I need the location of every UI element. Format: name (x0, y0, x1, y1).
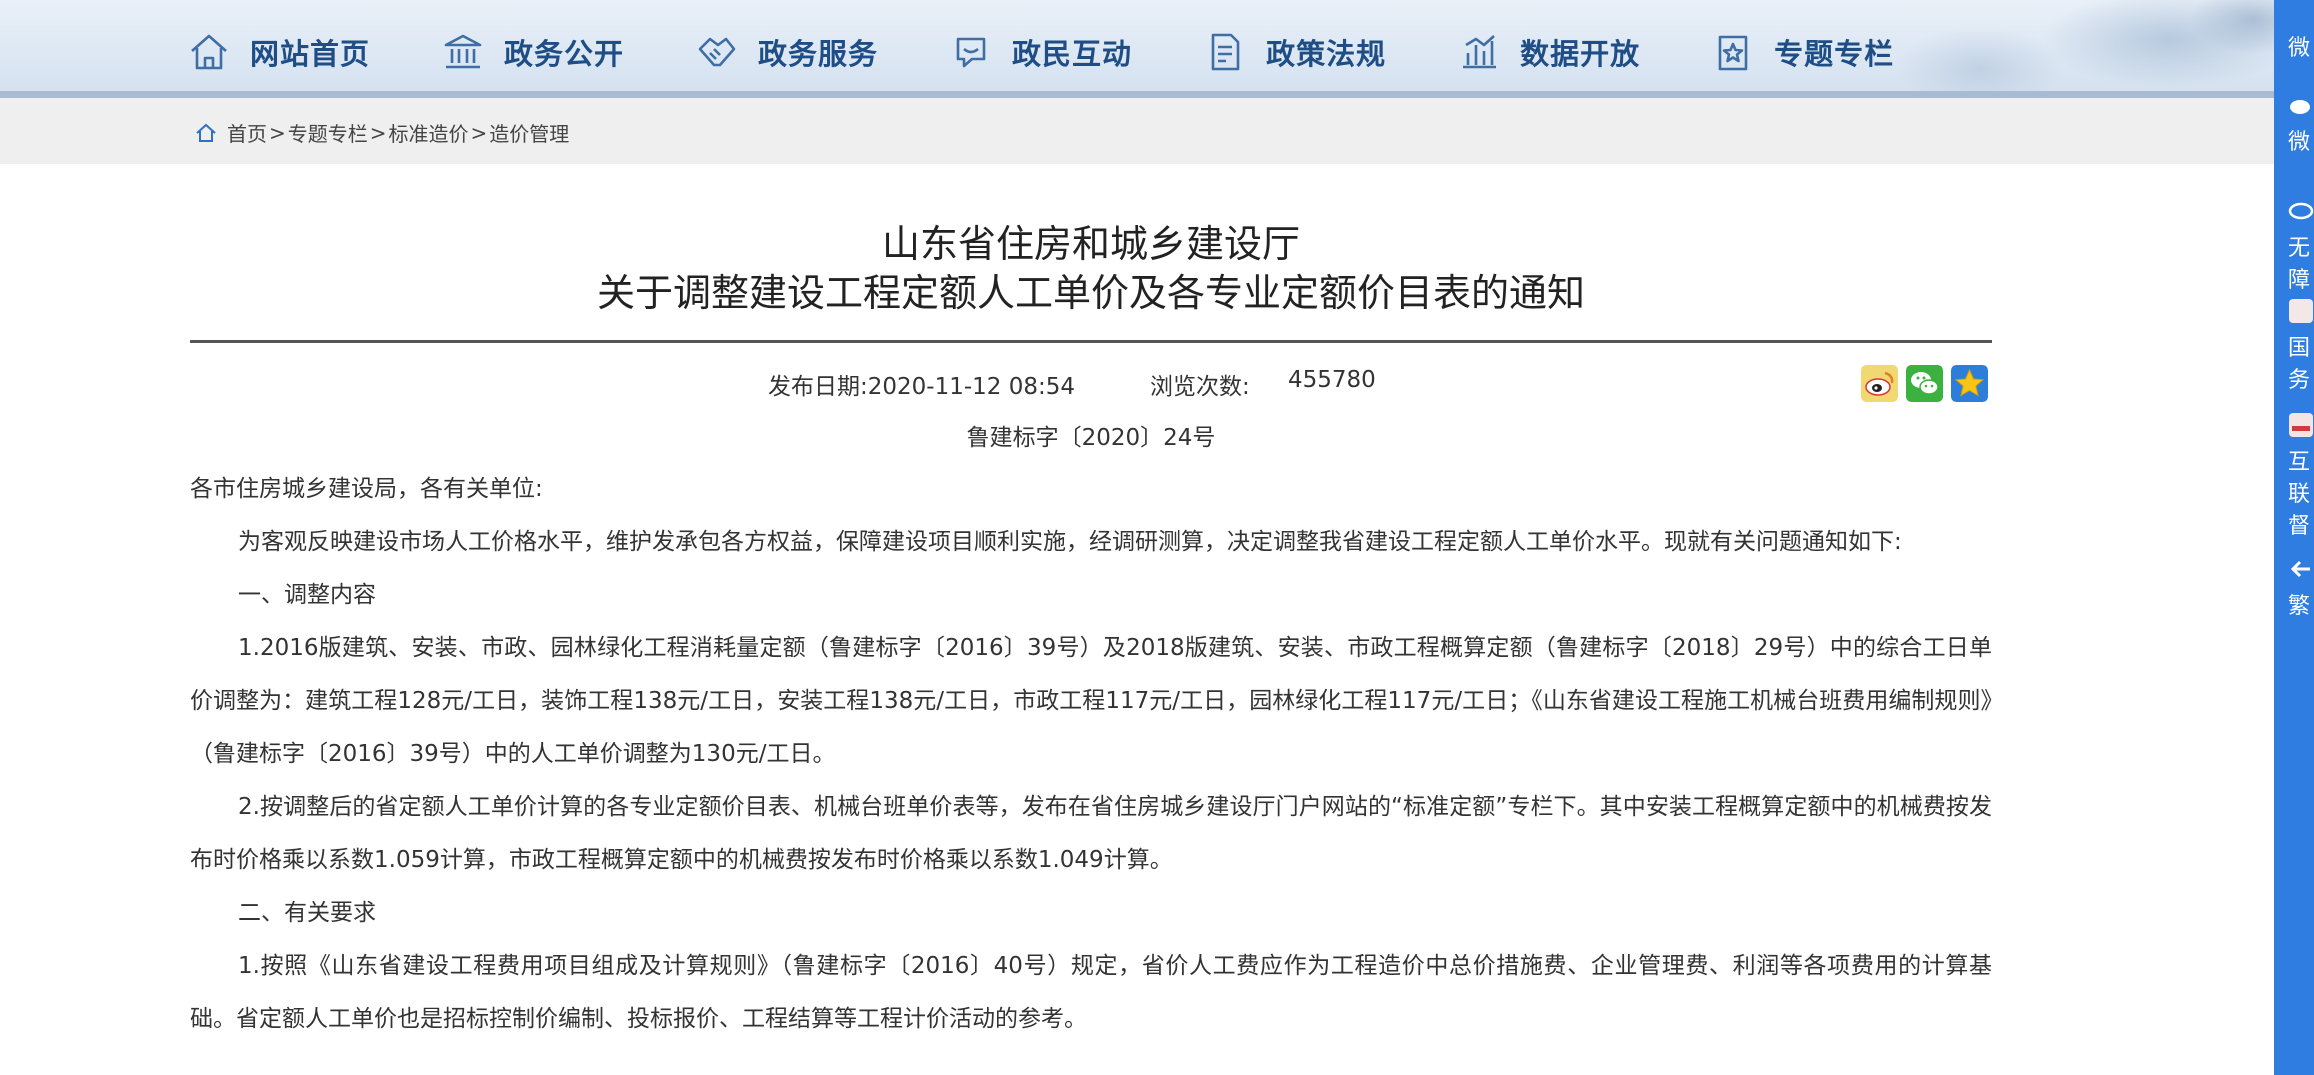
sidebar-item-label: 微 (2288, 130, 2311, 155)
nav-bottom-strip (0, 91, 2274, 98)
breadcrumb: 首页 > 专题专栏 > 标准造价 > 造价管理 (195, 118, 569, 147)
sidebar-item-accessibility[interactable]: 无障 (2288, 198, 2314, 294)
intro-paragraph: 为客观反映建设市场人工价格水平，维护发承包各方权益，保障建设项目顺利实施，经调研… (238, 529, 1902, 555)
state-council-icon (2289, 299, 2313, 323)
breadcrumb-standard-cost[interactable]: 标准造价 (389, 118, 469, 147)
sidebar-item-label: 国务 (2288, 336, 2311, 393)
article-title: 山东省住房和城乡建设厅 关于调整建设工程定额人工单价及各专业定额价目表的通知 (190, 220, 1992, 318)
breadcrumb-separator: > (470, 120, 488, 145)
sidebar-item-weibo[interactable]: 微 (2288, 92, 2314, 156)
breadcrumb-cost-management[interactable]: 造价管理 (489, 118, 569, 147)
sidebar-item-internet-supervision[interactable]: 互联 督 (2288, 412, 2314, 540)
nav-item-policy[interactable]: 政策法规 (1204, 27, 1386, 77)
nav-item-home[interactable]: 网站首页 (188, 27, 370, 77)
favorite-star-icon[interactable] (1951, 365, 1988, 402)
document-number: 鲁建标字〔2020〕24号 (966, 425, 1216, 451)
paragraph-1-2: 2.按调整后的省定额人工单价计算的各专业定额价目表、机械台班单价表等，发布在省住… (190, 794, 1992, 873)
nav-item-interaction[interactable]: 政民互动 (950, 27, 1132, 77)
title-line-1: 山东省住房和城乡建设厅 (881, 222, 1300, 266)
supervision-icon (2289, 413, 2313, 437)
views-count: 455780 (1288, 367, 1376, 393)
salutation: 各市住房城乡建设局，各有关单位: (190, 476, 543, 502)
sidebar-item-label: 督 (2288, 514, 2311, 539)
breadcrumb-separator: > (269, 120, 286, 145)
weibo-icon (2290, 100, 2310, 114)
breadcrumb-separator: > (369, 120, 387, 145)
government-building-icon (444, 34, 482, 69)
nav-item-gov-service[interactable]: 政务服务 (696, 27, 878, 77)
nav-item-data[interactable]: 数据开放 (1458, 27, 1640, 77)
main-nav: 网站首页 政务公开 政务服务 政民互动 政策法规 数据开放 专题专栏 (188, 27, 1966, 77)
section-heading-2: 二、有关要求 (238, 900, 376, 926)
sidebar-item-state-council[interactable]: 国务 (2288, 298, 2314, 394)
right-toolbar: 微 微 无障 国务 互联 督 繁 (2274, 0, 2314, 1075)
section-heading-1: 一、调整内容 (238, 582, 376, 608)
article: 山东省住房和城乡建设厅 关于调整建设工程定额人工单价及各专业定额价目表的通知 发… (190, 164, 1992, 1046)
views-label: 浏览次数: (1150, 374, 1250, 400)
sidebar-item-traditional[interactable]: 繁 (2288, 556, 2314, 620)
nav-item-gov-open[interactable]: 政务公开 (442, 27, 624, 77)
document-icon (1211, 33, 1240, 71)
weibo-icon[interactable] (1861, 365, 1898, 402)
paragraph-1-1: 1.2016版建筑、安装、市政、园林绿化工程消耗量定额（鲁建标字〔2016〕39… (190, 635, 1992, 767)
bar-chart-icon (1463, 35, 1497, 69)
paragraph-2-1: 1.按照《山东省建设工程费用项目组成及计算规则》（鲁建标字〔2016〕40号）规… (190, 953, 1992, 1032)
breadcrumb-special[interactable]: 专题专栏 (288, 118, 368, 147)
chat-bubble-icon (956, 37, 986, 68)
article-meta: 发布日期:2020-11-12 08:54 浏览次数: 455780 (190, 343, 1992, 413)
sidebar-item-label: 微 (2288, 36, 2311, 61)
home-icon (191, 34, 227, 70)
top-navigation-bar: 网站首页 政务公开 政务服务 政民互动 政策法规 数据开放 专题专栏 (0, 0, 2274, 98)
title-line-2: 关于调整建设工程定额人工单价及各专业定额价目表的通知 (596, 271, 1585, 315)
star-folder-icon (1718, 35, 1748, 71)
nav-item-special[interactable]: 专题专栏 (1712, 27, 1894, 77)
sidebar-item-weixin[interactable]: 微 (2288, 30, 2314, 62)
home-icon (196, 123, 216, 142)
publish-date: 发布日期:2020-11-12 08:54 (768, 374, 1076, 400)
wechat-icon[interactable] (1906, 365, 1943, 402)
handshake-icon (698, 37, 736, 67)
share-buttons (1853, 365, 1988, 402)
sidebar-item-label: 无障 (2288, 236, 2311, 293)
sidebar-item-label: 繁 (2288, 594, 2311, 619)
breadcrumb-bar: 首页 > 专题专栏 > 标准造价 > 造价管理 (0, 98, 2274, 164)
arrow-left-icon (2290, 560, 2310, 578)
sidebar-item-label: 互联 (2288, 450, 2311, 507)
eye-icon (2288, 202, 2314, 220)
breadcrumb-home[interactable]: 首页 (227, 118, 267, 147)
